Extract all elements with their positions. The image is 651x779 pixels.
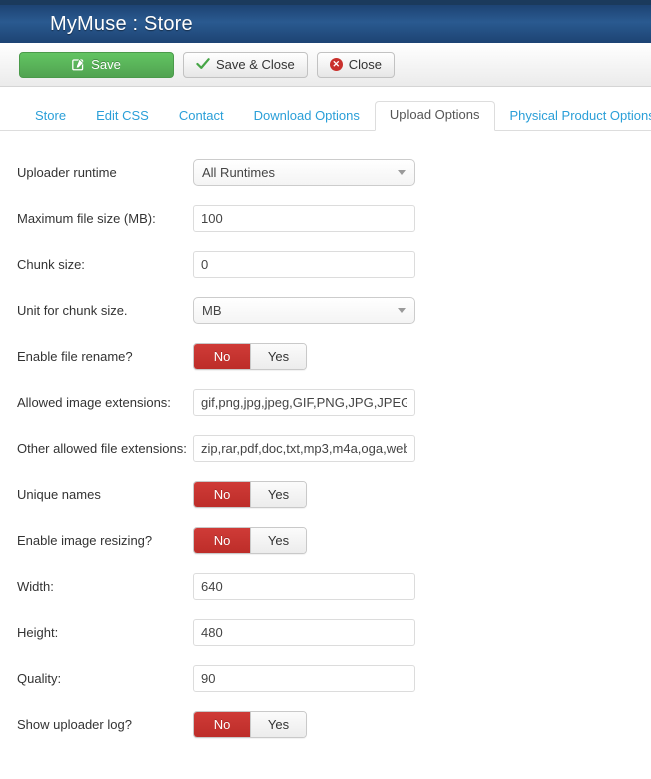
- save-and-close-button[interactable]: Save & Close: [183, 51, 308, 78]
- tab-edit-css[interactable]: Edit CSS: [81, 102, 164, 131]
- check-icon: [196, 57, 210, 72]
- field-row-other-allowed-file-extensions: Other allowed file extensions:: [17, 425, 651, 471]
- label-uploader-runtime: Uploader runtime: [17, 164, 117, 180]
- tab-bar-container: Store Edit CSS Contact Download Options …: [0, 87, 651, 131]
- unique-names-option-no[interactable]: No: [194, 481, 250, 507]
- uploader-runtime-select[interactable]: All Runtimes: [193, 158, 415, 186]
- label-allowed-image-extensions: Allowed image extensions:: [17, 394, 171, 410]
- chunk-size-input[interactable]: [193, 250, 415, 278]
- label-other-allowed-file-extensions: Other allowed file extensions:: [17, 440, 187, 456]
- tab-bar: Store Edit CSS Contact Download Options …: [0, 101, 651, 131]
- field-row-unit-for-chunk-size: Unit for chunk size. MB: [17, 287, 651, 333]
- field-row-chunk-size: Chunk size:: [17, 241, 651, 287]
- field-row-show-uploader-log: Show uploader log? No Yes: [17, 701, 651, 747]
- page-title: MyMuse : Store: [50, 12, 193, 35]
- close-button-label: Close: [348, 57, 383, 72]
- chevron-down-icon: [398, 169, 406, 175]
- allowed-image-extensions-input[interactable]: [193, 388, 415, 416]
- label-enable-file-rename: Enable file rename?: [17, 348, 133, 364]
- close-circle-icon: ✕: [329, 58, 343, 71]
- edit-icon: [72, 58, 85, 71]
- show-uploader-log-option-yes[interactable]: Yes: [250, 711, 306, 737]
- field-row-quality: Quality:: [17, 655, 651, 701]
- tab-upload-options[interactable]: Upload Options: [374, 101, 495, 131]
- uploader-runtime-value: All Runtimes: [202, 164, 275, 180]
- label-enable-image-resizing: Enable image resizing?: [17, 532, 153, 548]
- toolbar: Save Save & Close ✕ Close: [0, 43, 651, 87]
- show-uploader-log-toggle[interactable]: No Yes: [193, 710, 307, 738]
- field-row-enable-image-resizing: Enable image resizing? No Yes: [17, 517, 651, 563]
- quality-input[interactable]: [193, 664, 415, 692]
- enable-image-resizing-toggle[interactable]: No Yes: [193, 526, 307, 554]
- enable-image-resizing-option-yes[interactable]: Yes: [250, 527, 306, 553]
- label-quality: Quality:: [17, 670, 62, 686]
- label-chunk-size: Chunk size:: [17, 256, 85, 272]
- unit-for-chunk-size-value: MB: [202, 302, 222, 318]
- tab-download-options[interactable]: Download Options: [239, 102, 375, 131]
- label-unit-for-chunk-size: Unit for chunk size.: [17, 302, 128, 318]
- close-button[interactable]: ✕ Close: [316, 51, 396, 78]
- field-row-uploader-runtime: Uploader runtime All Runtimes: [17, 149, 651, 195]
- save-button-label: Save: [91, 57, 121, 72]
- tab-store[interactable]: Store: [20, 102, 81, 131]
- label-unique-names: Unique names: [17, 486, 101, 502]
- field-row-height: Height:: [17, 609, 651, 655]
- enable-file-rename-toggle[interactable]: No Yes: [193, 342, 307, 370]
- label-width: Width:: [17, 578, 54, 594]
- other-allowed-file-extensions-input[interactable]: [193, 434, 415, 462]
- field-row-unique-names: Unique names No Yes: [17, 471, 651, 517]
- tab-physical-product-options[interactable]: Physical Product Options: [495, 102, 651, 131]
- label-show-uploader-log: Show uploader log?: [17, 716, 132, 732]
- upload-options-form: Uploader runtime All Runtimes Maximum fi…: [0, 131, 651, 747]
- tab-contact[interactable]: Contact: [164, 102, 239, 131]
- field-row-width: Width:: [17, 563, 651, 609]
- label-maximum-file-size: Maximum file size (MB):: [17, 210, 156, 226]
- width-input[interactable]: [193, 572, 415, 600]
- height-input[interactable]: [193, 618, 415, 646]
- field-row-enable-file-rename: Enable file rename? No Yes: [17, 333, 651, 379]
- unit-for-chunk-size-select[interactable]: MB: [193, 296, 415, 324]
- save-button[interactable]: Save: [19, 51, 174, 78]
- enable-file-rename-option-yes[interactable]: Yes: [250, 343, 306, 369]
- maximum-file-size-input[interactable]: [193, 204, 415, 232]
- show-uploader-log-option-no[interactable]: No: [194, 711, 250, 737]
- unique-names-toggle[interactable]: No Yes: [193, 480, 307, 508]
- save-and-close-button-label: Save & Close: [216, 57, 295, 72]
- field-row-allowed-image-extensions: Allowed image extensions:: [17, 379, 651, 425]
- field-row-maximum-file-size: Maximum file size (MB):: [17, 195, 651, 241]
- enable-image-resizing-option-no[interactable]: No: [194, 527, 250, 553]
- label-height: Height:: [17, 624, 59, 640]
- title-bar: MyMuse : Store: [0, 5, 651, 43]
- enable-file-rename-option-no[interactable]: No: [194, 343, 250, 369]
- unique-names-option-yes[interactable]: Yes: [250, 481, 306, 507]
- chevron-down-icon: [398, 307, 406, 313]
